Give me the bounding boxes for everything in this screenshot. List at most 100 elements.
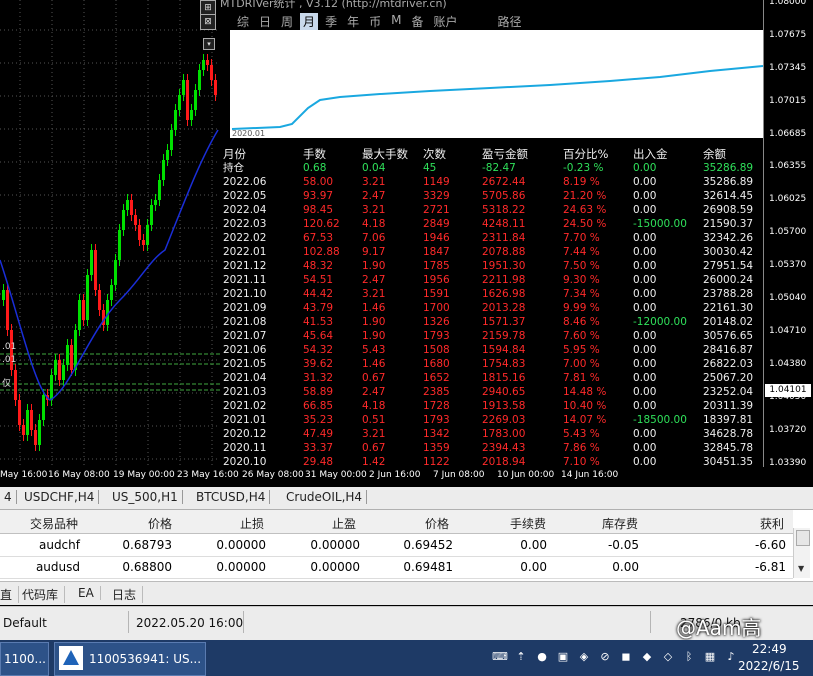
stat-cell: 3329	[423, 190, 450, 202]
panel-tab[interactable]: 周	[278, 13, 296, 30]
stat-cell: 10.40 %	[563, 400, 607, 412]
stat-cell: 3.21	[362, 176, 386, 188]
stat-cell: 1956	[423, 274, 450, 286]
app-tray-icon[interactable]: ◈	[576, 649, 592, 665]
symbol-tab[interactable]: US_500,H1	[108, 490, 183, 504]
equity-curve-line	[231, 65, 763, 130]
panel-tab[interactable]: 季	[322, 13, 340, 30]
chart-scroll-icon[interactable]: ▾	[203, 38, 215, 50]
app-logo-icon	[59, 646, 83, 670]
clock-date[interactable]: 2022/6/15	[738, 659, 800, 673]
time-tick-label: 23 May 16:00	[177, 470, 239, 480]
candle-body	[130, 200, 133, 215]
stats-month-row: 2021.04 31.32 0.67 1652 1815.16 7.81 % 0.00 250…	[223, 371, 763, 385]
stats-month-row: 2022.02 67.53 7.06 1946 2311.84 7.70 % 0.00 323…	[223, 231, 763, 245]
stat-cell: 0.00	[633, 246, 657, 258]
terminal-tab[interactable]: EA	[72, 586, 101, 600]
panel-tab[interactable]: 年	[344, 13, 362, 30]
panel-tab[interactable]: 账户	[430, 13, 460, 30]
terminal-tab[interactable]: 日志	[106, 586, 144, 603]
panel-tab[interactable]: 综	[234, 13, 252, 30]
diamond-icon[interactable]: ◇	[660, 649, 676, 665]
price-tick-label: 1.07345	[769, 63, 807, 73]
stat-cell: 盈亏金额	[482, 147, 528, 161]
terminal-column-header[interactable]: 止盈	[332, 515, 356, 532]
bluetooth-icon[interactable]: ᛒ	[681, 649, 697, 665]
terminal-tab[interactable]: 代码库	[16, 586, 66, 603]
symbol-tab[interactable]: BTCUSD,H4	[192, 490, 271, 504]
scroll-thumb[interactable]	[796, 530, 810, 546]
no-entry-icon[interactable]: ⊘	[597, 649, 613, 665]
app-tray-icon[interactable]: ▣	[555, 649, 571, 665]
stat-cell: 54.51	[303, 274, 334, 286]
keyboard-icon[interactable]: ⌨	[492, 649, 508, 665]
panel-tab[interactable]: 日	[256, 13, 274, 30]
symbol-tab[interactable]: USDCHF,H4	[20, 490, 100, 504]
stat-cell: 2022.05	[223, 190, 267, 202]
up-arrow-icon[interactable]: ⇡	[513, 649, 529, 665]
stat-cell: 0.67	[362, 372, 386, 384]
stat-cell: 2020.11	[223, 442, 267, 454]
terminal-column-header[interactable]: 价格	[425, 515, 449, 532]
stat-cell: 5.95 %	[563, 344, 600, 356]
panel-tab[interactable]: 路径	[495, 13, 525, 30]
symbol-tab[interactable]: CrudeOIL,H4	[282, 490, 368, 504]
stat-cell: 1.90	[362, 316, 386, 328]
stat-cell: 1149	[423, 176, 450, 188]
app-tray-icon[interactable]: ◼	[618, 649, 634, 665]
wechat-icon[interactable]: ●	[534, 649, 550, 665]
stat-cell: 2022.06	[223, 176, 267, 188]
terminal-cell: -6.60	[754, 538, 786, 552]
stat-cell: 7.00 %	[563, 358, 600, 370]
stat-cell: 4248.11	[482, 218, 526, 230]
stat-cell: 0.00	[633, 204, 657, 216]
stat-cell: 1946	[423, 232, 450, 244]
stat-cell: 2849	[423, 218, 450, 230]
symbol-tab[interactable]: 4	[0, 490, 17, 504]
panel-tab[interactable]: 币	[366, 13, 384, 30]
stat-cell: 7.81 %	[563, 372, 600, 384]
terminal-column-header[interactable]: 库存费	[602, 515, 638, 532]
candle-body	[90, 250, 93, 275]
scroll-down-icon[interactable]: ▼	[798, 564, 804, 573]
panel-tab[interactable]: 月	[300, 13, 319, 30]
panel-tab[interactable]: 备	[408, 13, 426, 30]
volume-icon[interactable]: ♪	[723, 649, 739, 665]
terminal-column-header[interactable]: 交易品种	[30, 515, 78, 532]
taskbar-button-1[interactable]: 1100...	[0, 642, 49, 676]
stat-cell: 1652	[423, 372, 450, 384]
symbol-tabs-bar: 4 USDCHF,H4 US_500,H1 BTCUSD,H4 CrudeOIL,H4	[0, 487, 813, 510]
taskbar-button-2[interactable]: 1100536941: US...	[54, 642, 206, 676]
stat-cell: 7.10 %	[563, 456, 600, 468]
stats-month-row: 2022.04 98.45 3.21 2721 5318.22 24.63 % 0.00 26…	[223, 203, 763, 217]
terminal-cell: audchf	[38, 538, 80, 552]
terminal-cell: 0.00	[520, 538, 547, 552]
clock-time[interactable]: 22:49	[752, 642, 787, 656]
chart-tool-icon-2[interactable]: ⊠	[200, 14, 216, 30]
stat-cell: 31.32	[303, 372, 334, 384]
terminal-column-header[interactable]: 手续费	[510, 515, 546, 532]
terminal-column-header[interactable]: 获利	[760, 515, 784, 532]
panel-tab[interactable]: M	[388, 13, 404, 30]
terminal-column-header[interactable]: 止损	[240, 515, 264, 532]
stats-month-row: 2022.01 102.88 9.17 1847 2078.88 7.44 % 0.00 30…	[223, 245, 763, 259]
stat-cell: 2672.44	[482, 176, 526, 188]
stat-cell: 1.90	[362, 330, 386, 342]
network-icon[interactable]: ▦	[702, 649, 718, 665]
terminal-order-row[interactable]: audchf 0.68793 0.00000 0.00000 0.69452 0.00 -0…	[0, 534, 793, 557]
shield-icon[interactable]: ◆	[639, 649, 655, 665]
candle-body	[6, 290, 9, 330]
terminal-order-row[interactable]: audusd 0.68800 0.00000 0.00000 0.69481 0.00 0.…	[0, 556, 793, 579]
price-tick-label: 1.06685	[769, 129, 807, 139]
price-chart[interactable]: ⊞ ⊠ ▾ .01 .01 仅 1.08000 1.07675 1.07345 1.0…	[0, 0, 813, 487]
stat-cell: 9.99 %	[563, 302, 600, 314]
stat-cell: 1700	[423, 302, 450, 314]
stat-cell: 2021.04	[223, 372, 267, 384]
stat-cell: 43.79	[303, 302, 334, 314]
status-datetime: 2022.05.20 16:00	[136, 616, 244, 630]
stat-cell: 7.70 %	[563, 232, 600, 244]
monthly-stats-table: 月份 手数 最大手数 次数 盈亏金额 百分比% 出入金 余额 持仓 0.68 0.04 45 -82.4…	[223, 147, 763, 469]
terminal-scrollbar[interactable]: ▼	[793, 528, 810, 578]
terminal-column-header[interactable]: 价格	[148, 515, 172, 532]
stat-cell: 44.42	[303, 288, 334, 300]
